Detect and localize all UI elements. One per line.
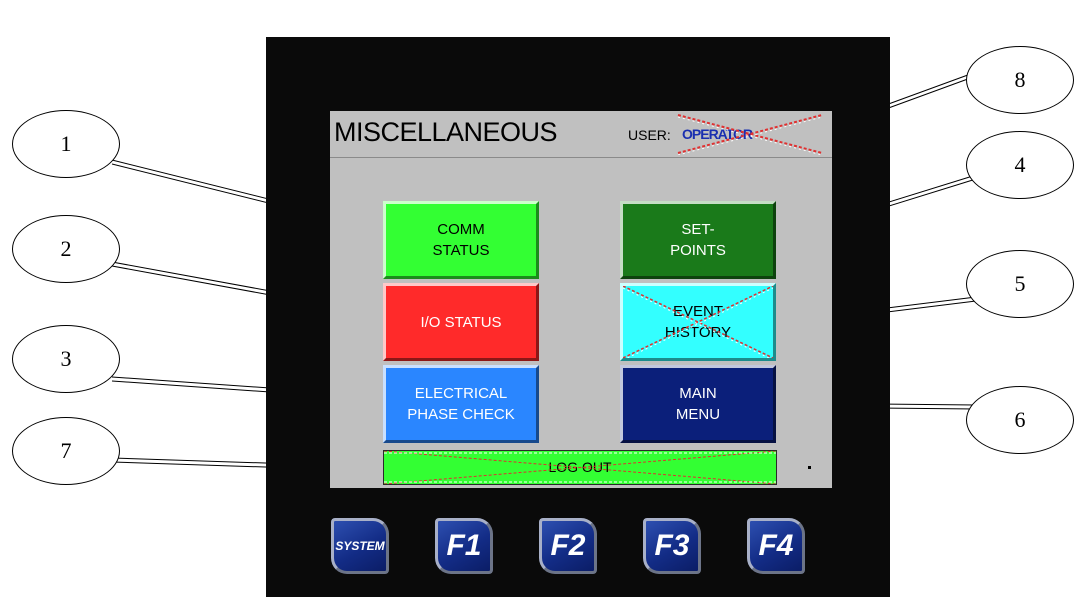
main-menu-label-1: MAIN xyxy=(679,385,717,402)
event-history-button[interactable]: EVENT HISTORY xyxy=(620,283,776,361)
io-status-label: I/O STATUS xyxy=(420,313,502,331)
title-bar: MISCELLANEOUS USER: OPERATOR xyxy=(330,111,832,158)
log-out-button[interactable]: LOG OUT xyxy=(383,450,777,485)
set-points-label-2: POINTS xyxy=(670,242,726,259)
callout-2: 2 xyxy=(12,215,120,283)
callout-6-label: 6 xyxy=(1014,407,1026,432)
event-history-label-1: EVENT xyxy=(672,303,723,320)
log-out-label: LOG OUT xyxy=(548,459,612,475)
set-points-button[interactable]: SET- POINTS xyxy=(620,201,776,279)
callout-7-label: 7 xyxy=(60,438,72,463)
callout-5: 5 xyxy=(966,250,1074,318)
electrical-phase-check-button[interactable]: ELECTRICAL PHASE CHECK xyxy=(383,365,539,443)
f2-key-label: F2 xyxy=(550,529,586,562)
user-disabled-x-mark xyxy=(677,114,823,155)
callout-7: 7 xyxy=(12,417,120,485)
f4-key[interactable]: F4 xyxy=(747,518,805,574)
callout-8: 8 xyxy=(966,46,1074,114)
callout-6: 6 xyxy=(966,386,1074,454)
status-dot xyxy=(808,466,811,469)
system-key[interactable]: SYSTEM xyxy=(331,518,389,574)
comm-status-label-2: STATUS xyxy=(432,242,490,259)
io-status-button[interactable]: I/O STATUS xyxy=(383,283,539,361)
electrical-phase-check-label-2: PHASE CHECK xyxy=(407,406,515,423)
f3-key-label: F3 xyxy=(654,529,690,562)
page-title: MISCELLANEOUS xyxy=(334,117,558,147)
event-history-label-2: HISTORY xyxy=(664,324,732,341)
f3-key[interactable]: F3 xyxy=(643,518,701,574)
callout-2-label: 2 xyxy=(60,236,72,261)
callout-8-label: 8 xyxy=(1014,67,1026,92)
system-key-label: SYSTEM xyxy=(335,539,385,553)
f1-key-label: F1 xyxy=(446,529,482,562)
electrical-phase-check-label-1: ELECTRICAL xyxy=(414,385,508,402)
main-menu-label-2: MENU xyxy=(675,406,721,423)
callout-4: 4 xyxy=(966,131,1074,199)
callout-3-label: 3 xyxy=(60,346,72,371)
f4-key-label: F4 xyxy=(758,529,794,562)
callout-1: 1 xyxy=(12,110,120,178)
f2-key[interactable]: F2 xyxy=(539,518,597,574)
user-label: USER: xyxy=(628,127,671,143)
f1-key[interactable]: F1 xyxy=(435,518,493,574)
set-points-label-1: SET- xyxy=(681,221,715,238)
callout-4-label: 4 xyxy=(1014,152,1026,177)
comm-status-button[interactable]: COMM STATUS xyxy=(383,201,539,279)
callout-3: 3 xyxy=(12,325,120,393)
callout-5-label: 5 xyxy=(1014,271,1026,296)
main-menu-button[interactable]: MAIN MENU xyxy=(620,365,776,443)
callout-1-label: 1 xyxy=(60,131,72,156)
comm-status-label-1: COMM xyxy=(437,221,485,238)
